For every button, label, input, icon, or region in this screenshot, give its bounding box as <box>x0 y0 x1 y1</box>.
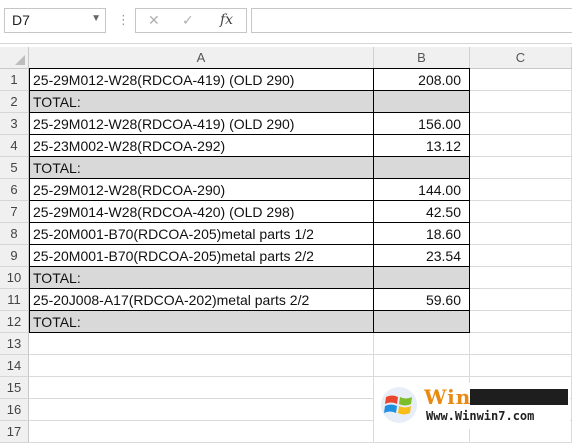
cell-a[interactable]: 25-29M012-W28(RDCOA-419) (OLD 290) <box>29 113 374 135</box>
column-header-c[interactable]: C <box>470 47 572 69</box>
cell-b[interactable] <box>374 91 470 113</box>
name-box-dropdown-icon[interactable]: ▼ <box>91 13 101 24</box>
row-header[interactable]: 17 <box>0 421 29 443</box>
cell-c[interactable] <box>470 201 572 223</box>
cell-b[interactable]: 18.60 <box>374 223 470 245</box>
cell-a[interactable]: 25-20M001-B70(RDCOA-205)metal parts 2/2 <box>29 245 374 267</box>
row-header[interactable]: 15 <box>0 377 29 399</box>
row-header[interactable]: 14 <box>0 355 29 377</box>
row-header[interactable]: 12 <box>0 311 29 333</box>
row-header[interactable]: 16 <box>0 399 29 421</box>
resize-handle-icon[interactable]: ⋮ <box>117 10 130 30</box>
watermark: Win7 Www.Winwin7.com <box>374 383 570 429</box>
cell-a[interactable] <box>29 377 374 399</box>
cell-a[interactable] <box>29 355 374 377</box>
enter-icon[interactable]: ✓ <box>182 12 194 29</box>
name-box-value: D7 <box>12 12 30 28</box>
cell-b[interactable] <box>374 267 470 289</box>
cell-a[interactable] <box>29 421 374 443</box>
cell-c[interactable] <box>470 223 572 245</box>
cell-c[interactable] <box>470 267 572 289</box>
cell-a[interactable]: TOTAL: <box>29 311 374 333</box>
column-header-b[interactable]: B <box>374 47 470 69</box>
formula-bar: D7 ▼ ⋮ ✕ ✓ fx <box>0 0 572 44</box>
cell-c[interactable] <box>470 135 572 157</box>
cell-a[interactable]: 25-20J008-A17(RDCOA-202)metal parts 2/2 <box>29 289 374 311</box>
row-header[interactable]: 4 <box>0 135 29 157</box>
formula-input[interactable] <box>251 8 572 33</box>
row-header[interactable]: 9 <box>0 245 29 267</box>
cell-c[interactable] <box>470 113 572 135</box>
row-header[interactable]: 10 <box>0 267 29 289</box>
row-header[interactable]: 11 <box>0 289 29 311</box>
cell-b[interactable]: 23.54 <box>374 245 470 267</box>
cell-a[interactable]: TOTAL: <box>29 267 374 289</box>
row-header[interactable]: 5 <box>0 157 29 179</box>
windows-logo-icon <box>381 387 417 423</box>
row-header[interactable]: 13 <box>0 333 29 355</box>
cell-b[interactable]: 156.00 <box>374 113 470 135</box>
select-all-corner[interactable] <box>0 47 29 69</box>
watermark-bar <box>470 389 568 405</box>
cell-a[interactable] <box>29 333 374 355</box>
cell-b[interactable] <box>374 355 470 377</box>
cell-c[interactable] <box>470 355 572 377</box>
cell-b[interactable]: 208.00 <box>374 68 470 91</box>
cell-c[interactable] <box>470 333 572 355</box>
column-header-a[interactable]: A <box>29 47 374 69</box>
cell-c[interactable] <box>470 311 572 333</box>
cell-a[interactable]: TOTAL: <box>29 157 374 179</box>
cell-c[interactable] <box>470 179 572 201</box>
cell-a[interactable]: 25-29M014-W28(RDCOA-420) (OLD 298) <box>29 201 374 223</box>
cell-a[interactable]: TOTAL: <box>29 91 374 113</box>
watermark-url: Www.Winwin7.com <box>426 409 535 423</box>
cell-b[interactable] <box>374 333 470 355</box>
row-header[interactable]: 2 <box>0 91 29 113</box>
cell-c[interactable] <box>470 157 572 179</box>
cell-a[interactable]: 25-29M012-W28(RDCOA-290) <box>29 179 374 201</box>
cell-b[interactable]: 144.00 <box>374 179 470 201</box>
cell-c[interactable] <box>470 245 572 267</box>
cell-a[interactable]: 25-20M001-B70(RDCOA-205)metal parts 1/2 <box>29 223 374 245</box>
row-header[interactable]: 1 <box>0 69 29 91</box>
cell-b[interactable]: 42.50 <box>374 201 470 223</box>
cancel-icon[interactable]: ✕ <box>148 12 160 29</box>
cell-b[interactable] <box>374 157 470 179</box>
formula-buttons: ✕ ✓ fx <box>135 8 247 33</box>
name-box[interactable]: D7 ▼ <box>4 8 106 33</box>
cell-a[interactable] <box>29 399 374 421</box>
row-header[interactable]: 6 <box>0 179 29 201</box>
cell-b[interactable] <box>374 311 470 333</box>
row-header[interactable]: 8 <box>0 223 29 245</box>
cell-a[interactable]: 25-23M002-W28(RDCOA-292) <box>29 135 374 157</box>
cell-c[interactable] <box>470 91 572 113</box>
row-header[interactable]: 7 <box>0 201 29 223</box>
cell-a[interactable]: 25-29M012-W28(RDCOA-419) (OLD 290) <box>29 68 374 91</box>
cell-b[interactable]: 59.60 <box>374 289 470 311</box>
row-header[interactable]: 3 <box>0 113 29 135</box>
cell-c[interactable] <box>470 289 572 311</box>
insert-function-icon[interactable]: fx <box>220 12 233 28</box>
cell-c[interactable] <box>470 69 572 91</box>
cell-b[interactable]: 13.12 <box>374 135 470 157</box>
